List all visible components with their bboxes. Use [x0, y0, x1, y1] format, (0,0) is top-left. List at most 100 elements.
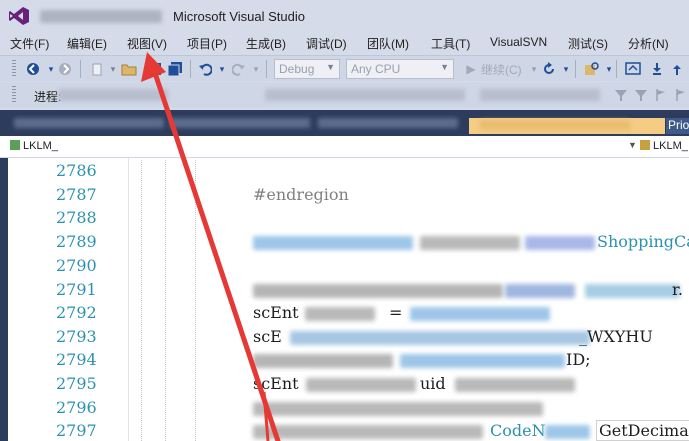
toolbar-separator [616, 60, 617, 78]
code-line-blurred [306, 378, 416, 392]
code-line-blurred [585, 284, 680, 298]
toolbar-grip[interactable] [12, 86, 16, 104]
type-dropdown[interactable]: LKLM_ [640, 140, 688, 152]
solution-configuration-value: Debug [279, 62, 315, 76]
document-tab-partial[interactable]: Prio [666, 118, 689, 134]
undo-dropdown-icon[interactable]: ▾ [213, 60, 231, 78]
line-number: 2788 [56, 208, 97, 227]
document-tab-blurred[interactable] [318, 118, 458, 128]
save-icon[interactable] [146, 60, 164, 78]
line-number: 2790 [56, 256, 97, 275]
continue-label[interactable]: 继续(C) [481, 61, 522, 78]
code-line-blurred [253, 284, 503, 298]
navigation-bar: LKLM_ ▼ LKLM_ [0, 136, 689, 158]
line-number: 2797 [56, 421, 97, 440]
code-line-scent: scEnt [253, 303, 299, 322]
menu-file[interactable]: 文件(F) [10, 35, 49, 52]
solution-configuration-combo[interactable]: Debug ▼ [274, 59, 340, 79]
toolbar-separator [575, 60, 576, 78]
code-line-sce: scE [253, 327, 282, 346]
app-title: Microsoft Visual Studio [173, 9, 305, 24]
code-fragment: _WXYHU [579, 327, 653, 346]
menu-bar: 文件(F) 编辑(E) 视图(V) 项目(P) 生成(B) 调试(D) 团队(M… [0, 32, 689, 54]
step-out-icon[interactable] [668, 60, 686, 78]
class-icon [640, 140, 650, 150]
menu-edit[interactable]: 编辑(E) [67, 35, 107, 52]
line-number: 2793 [56, 327, 97, 346]
navigate-forward-icon[interactable] [56, 60, 74, 78]
redo-dropdown-icon[interactable]: ▾ [247, 60, 265, 78]
solution-platform-combo[interactable]: Any CPU ▼ [346, 59, 454, 79]
line-number: 2786 [56, 161, 97, 180]
toolbar-separator [266, 60, 267, 78]
line-number: 2791 [56, 280, 97, 299]
attach-process-icon[interactable] [624, 60, 642, 78]
menu-debug[interactable]: 调试(D) [306, 35, 347, 52]
thread-flag-icon[interactable] [672, 86, 689, 104]
filter-threads-icon[interactable] [632, 86, 650, 104]
code-line-blurred [400, 354, 565, 368]
code-line-blurred [290, 331, 590, 345]
code-line-blurred [545, 425, 590, 439]
menu-team[interactable]: 团队(M) [367, 35, 409, 52]
find-icon[interactable] [583, 60, 601, 78]
editor-left-border [0, 158, 8, 441]
chevron-down-icon[interactable]: ▼ [628, 140, 637, 150]
menu-visualsvn[interactable]: VisualSVN [490, 35, 547, 49]
step-into-icon[interactable] [648, 60, 666, 78]
chevron-down-icon: ▼ [326, 62, 335, 72]
menu-view[interactable]: 视图(V) [127, 35, 167, 52]
line-number: 2795 [56, 374, 97, 393]
code-fragment: CodeN [490, 421, 546, 440]
start-icon[interactable]: ▶ [462, 60, 480, 78]
refresh-icon[interactable] [540, 60, 558, 78]
undo-icon[interactable] [196, 60, 214, 78]
save-all-icon[interactable] [166, 60, 184, 78]
visual-studio-logo-icon [9, 7, 29, 25]
process-combo-blurred[interactable] [58, 89, 168, 101]
stack-frame-combo-blurred[interactable] [480, 89, 600, 101]
code-line-blurred [455, 378, 575, 392]
code-fragment: uid [420, 374, 446, 393]
menu-project[interactable]: 项目(P) [187, 35, 227, 52]
line-number: 2796 [56, 398, 97, 417]
redo-icon[interactable] [230, 60, 248, 78]
flag-icon[interactable] [652, 86, 670, 104]
menu-tools[interactable]: 工具(T) [431, 35, 470, 52]
refresh-dropdown-icon[interactable]: ▾ [557, 60, 575, 78]
debug-location-toolbar: 进程: [0, 82, 689, 108]
project-dropdown[interactable]: LKLM_ [10, 140, 58, 152]
thread-combo-blurred[interactable] [265, 89, 465, 101]
menu-test[interactable]: 测试(S) [568, 35, 608, 52]
toolbar-grip[interactable] [12, 60, 16, 78]
line-number: 2787 [56, 185, 97, 204]
project-dropdown-label: LKLM_ [23, 140, 58, 152]
code-line-blurred [253, 354, 393, 368]
outlining-margin [128, 158, 129, 441]
indent-guide [165, 160, 166, 441]
code-fragment: ID; [566, 350, 591, 369]
document-tab-blurred[interactable] [14, 118, 164, 128]
line-number: 2789 [56, 232, 97, 251]
line-number: 2792 [56, 303, 97, 322]
code-line-blurred [525, 236, 595, 250]
line-number: 2794 [56, 350, 97, 369]
open-folder-icon[interactable] [120, 60, 138, 78]
code-line-blurred [410, 307, 550, 321]
solution-name-blurred [40, 10, 162, 23]
filter-icon[interactable] [612, 86, 630, 104]
code-line-blurred [505, 284, 575, 298]
solution-platform-value: Any CPU [351, 62, 401, 76]
chevron-down-icon: ▼ [440, 62, 449, 72]
menu-build[interactable]: 生成(B) [246, 35, 286, 52]
toolbar-separator [190, 60, 191, 78]
code-line-blurred [253, 425, 483, 439]
code-fragment-assign: = [389, 303, 403, 322]
menu-analyze[interactable]: 分析(N) [628, 35, 669, 52]
toolbar-separator [80, 60, 81, 78]
type-dropdown-label: LKLM_ [653, 140, 688, 152]
navigate-back-icon[interactable] [24, 60, 42, 78]
intellisense-tooltip: GetDecima [596, 420, 689, 441]
standard-toolbar: ▾ ▾ ▾ ▾ Debug ▼ Any CPU ▼ ▶ 继续(C) ▾ ▾ ▾ [0, 55, 689, 81]
document-tab-blurred[interactable] [170, 118, 310, 128]
